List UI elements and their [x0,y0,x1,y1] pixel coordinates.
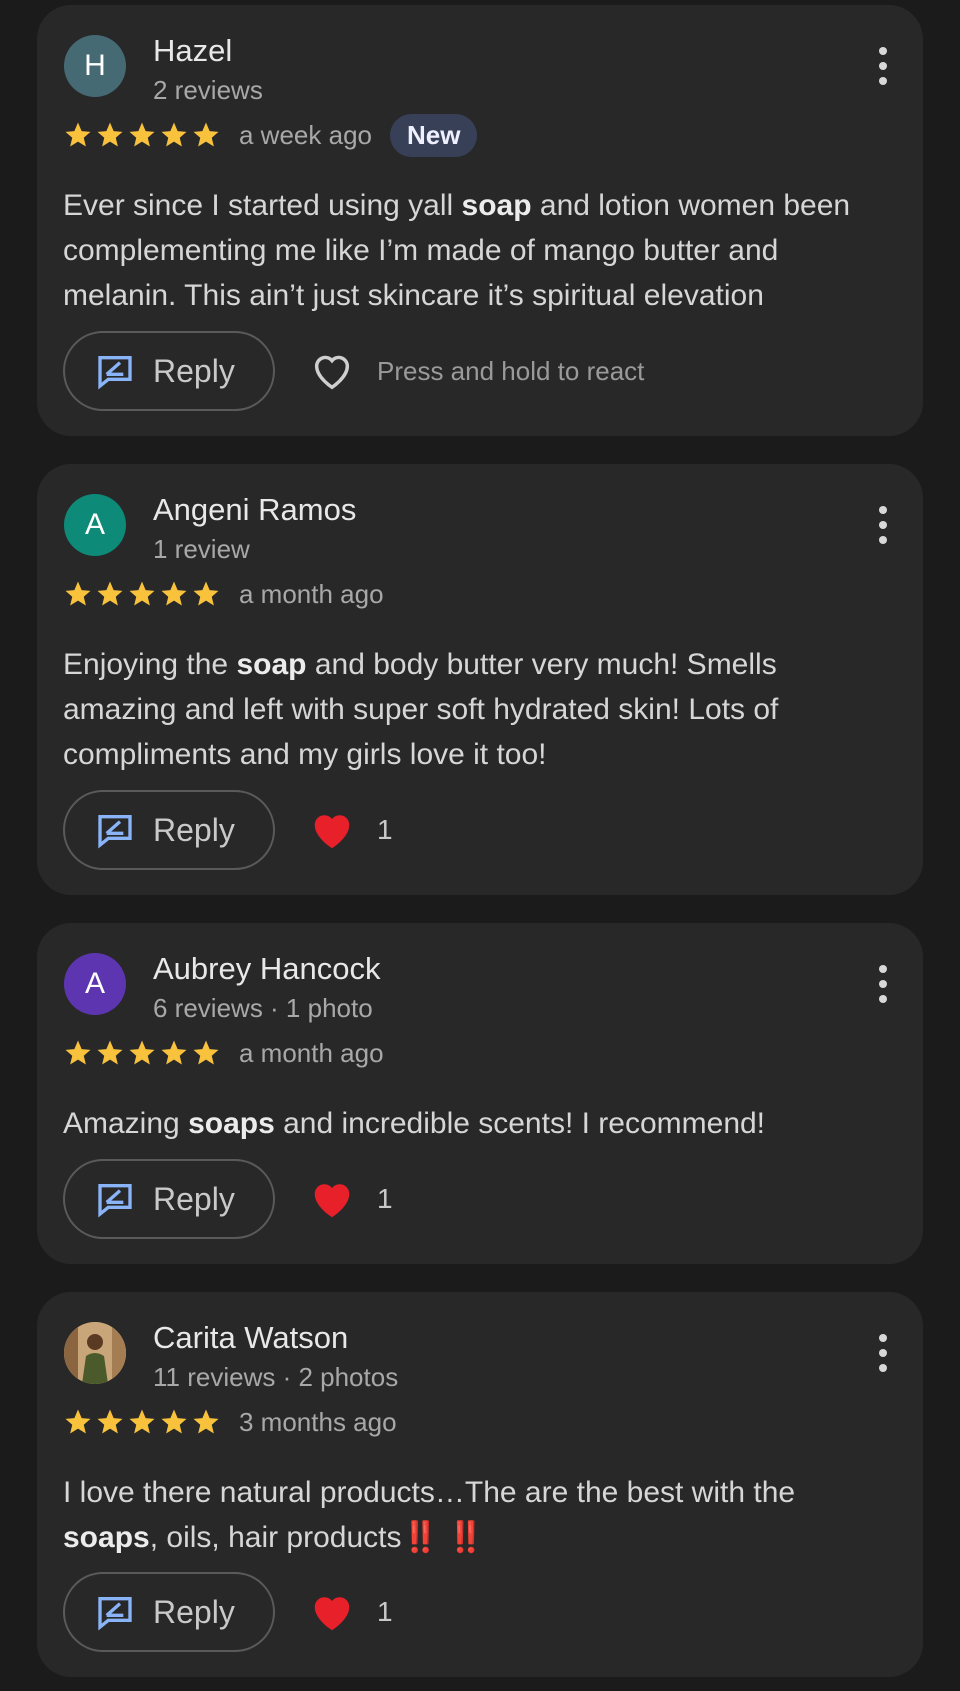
more-options-icon[interactable] [877,1334,889,1372]
star-icon [97,122,123,147]
star-rating [63,1407,221,1437]
heart-icon [314,815,350,849]
review-text: Ever since I started using yall soap and… [63,189,851,312]
react-button[interactable]: Press and hold to react [309,348,644,394]
reply-label: Reply [153,1180,235,1217]
review-card: H Hazel 2 reviews a week ago New Ever si… [37,5,923,436]
star-icon [97,1040,123,1065]
new-badge: New [389,113,478,157]
star-icon [65,581,91,606]
reply-button[interactable]: Reply [63,331,275,411]
reviewer-meta: 11 reviews · 2 photos [153,1362,399,1392]
star-icon [97,1409,123,1434]
rating-row: 3 months ago [63,1402,397,1442]
heart-icon [314,1597,350,1631]
reaction-count: 1 [377,1596,393,1627]
review-time: 3 months ago [239,1406,397,1437]
star-icon [129,1409,155,1434]
reply-icon [98,356,132,390]
reviewer-meta: 1 review [153,534,250,564]
rating-row: a month ago [63,574,384,614]
star-icon [193,122,219,147]
react-button[interactable]: 1 [309,807,393,853]
reply-label: Reply [153,352,235,389]
star-icon [65,1409,91,1434]
avatar-letter: A [84,967,105,1000]
star-icon [193,581,219,606]
reviewer-name[interactable]: Carita Watson [153,1320,348,1356]
star-icon [161,122,187,147]
rating-row: a week ago New [63,113,478,157]
star-icon [65,1040,91,1065]
avatar[interactable]: A [64,494,126,556]
star-icon [129,581,155,606]
more-options-icon[interactable] [877,47,889,85]
star-rating [63,120,221,150]
reviewer-name[interactable]: Aubrey Hancock [153,951,380,987]
star-icon [161,1409,187,1434]
star-icon [161,581,187,606]
reviewer-name[interactable]: Angeni Ramos [153,492,356,528]
double-exclamation-emoji: ‼️ ‼️ [401,1521,485,1554]
avatar[interactable]: A [64,953,126,1015]
reply-button[interactable]: Reply [63,1159,275,1239]
react-button[interactable]: 1 [309,1176,393,1222]
reply-icon [98,815,132,849]
rating-row: a month ago [63,1033,384,1073]
star-icon [65,122,91,147]
star-icon [129,122,155,147]
profile-photo-icon [64,1322,126,1384]
review-time: a week ago [239,119,372,150]
reaction-count: 1 [377,1183,393,1214]
star-rating [63,1038,221,1068]
reviewer-name[interactable]: Hazel [153,33,232,69]
review-text: I love there natural products…The are th… [63,1476,796,1554]
reply-icon [98,1597,132,1631]
star-rating [63,579,221,609]
review-card: A Angeni Ramos 1 review a month ago Enjo… [37,464,923,895]
star-icon [193,1040,219,1065]
reviewer-meta: 2 reviews [153,75,263,105]
reply-label: Reply [153,811,235,848]
heart-icon [314,1184,350,1218]
reviewer-meta: 6 reviews · 1 photo [153,993,373,1023]
avatar[interactable]: H [64,35,126,97]
more-options-icon[interactable] [877,965,889,1003]
review-card: Carita Watson 11 reviews · 2 photos 3 mo… [37,1292,923,1677]
reaction-count: 1 [377,814,393,845]
reply-label: Reply [153,1593,235,1630]
reply-button[interactable]: Reply [63,790,275,870]
review-time: a month ago [239,1037,384,1068]
review-text: Amazing soaps and incredible scents! I r… [63,1107,766,1140]
avatar[interactable] [64,1322,126,1384]
star-icon [97,581,123,606]
star-icon [161,1040,187,1065]
more-options-icon[interactable] [877,506,889,544]
reply-icon [98,1184,132,1218]
review-card: A Aubrey Hancock 6 reviews · 1 photo a m… [37,923,923,1264]
reply-button[interactable]: Reply [63,1572,275,1652]
avatar-letter: H [84,49,106,82]
review-text: Enjoying the soap and body butter very m… [63,648,779,771]
avatar-letter: A [84,508,105,541]
review-time: a month ago [239,578,384,609]
star-icon [129,1040,155,1065]
heart-outline-icon [314,355,350,390]
react-button[interactable]: 1 [309,1589,393,1635]
react-hint: Press and hold to react [377,355,645,386]
star-icon [193,1409,219,1434]
